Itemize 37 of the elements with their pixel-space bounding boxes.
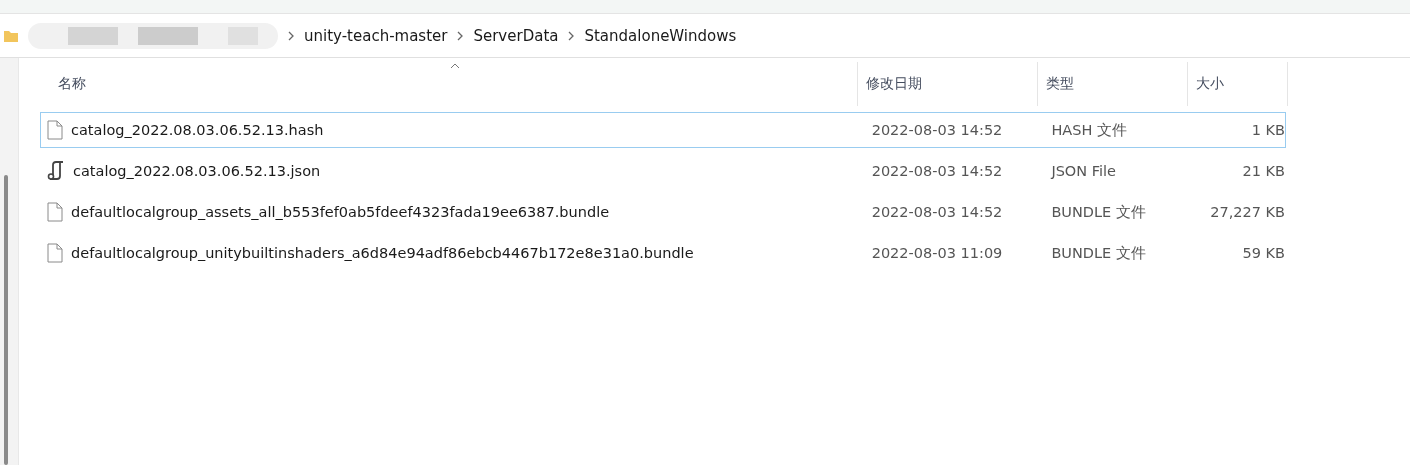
breadcrumb-item[interactable]: StandaloneWindows [584,26,737,45]
file-size: 21 KB [1241,163,1285,179]
file-name: catalog_2022.08.03.06.52.13.hash [71,122,324,138]
file-row[interactable]: catalog_2022.08.03.06.52.13.json 2022-08-03 14:52 JSON File 21 KB [40,153,1286,189]
file-type: BUNDLE 文件 [1050,243,1147,263]
file-row[interactable]: catalog_2022.08.03.06.52.13.hash 2022-08-03 14:52 HASH 文件 1 KB [40,112,1286,148]
file-icon [47,202,63,222]
modified-date: 2022-08-03 14:52 [870,122,1004,138]
file-size: 1 KB [1250,122,1285,138]
column-header[interactable]: 修改日期 [858,62,1038,106]
column-header[interactable]: 大小 [1188,62,1288,106]
chevron-icon [288,30,294,41]
modified-date: 2022-08-03 14:52 [870,163,1004,179]
script-icon [47,161,65,181]
file-size: 27,227 KB [1209,204,1285,220]
scrollbar[interactable] [4,175,8,465]
chevron-icon [457,30,464,41]
file-icon [47,120,63,140]
folder-icon [4,29,18,42]
file-name: defaultlocalgroup_unitybuiltinshaders_a6d84e94adf86ebcb4467b172e8e31a0.bundle [71,245,694,261]
file-size: 59 KB [1241,245,1285,261]
breadcrumb-item[interactable]: ServerData [473,26,559,45]
file-type: BUNDLE 文件 [1050,202,1147,222]
file-type: JSON File [1049,163,1117,179]
file-name: defaultlocalgroup_assets_all_b553fef0ab5fdeef4323fada19ee6387.bundle [71,204,610,220]
file-icon [47,243,63,263]
file-type: HASH 文件 [1050,120,1128,140]
modified-date: 2022-08-03 11:09 [870,245,1004,261]
modified-date: 2022-08-03 14:52 [870,204,1004,220]
sort-caret-icon [449,63,460,69]
column-header[interactable]: 名称 [38,62,858,106]
file-row[interactable]: defaultlocalgroup_assets_all_b553fef0ab5fdeef4323fada19ee6387.bundle 2022-08-03 14:52 BUNDLE 文件 27,227 KB [40,194,1286,230]
file-name: catalog_2022.08.03.06.52.13.json [73,163,321,179]
breadcrumb-item[interactable]: unity-teach-master [304,26,448,45]
chevron-icon [568,30,575,41]
column-header[interactable]: 类型 [1038,62,1188,106]
file-row[interactable]: defaultlocalgroup_unitybuiltinshaders_a6d84e94adf86ebcb4467b172e8e31a0.bundle 2022-08-03 11:09 BUNDLE 文件 59 KB [40,235,1286,271]
